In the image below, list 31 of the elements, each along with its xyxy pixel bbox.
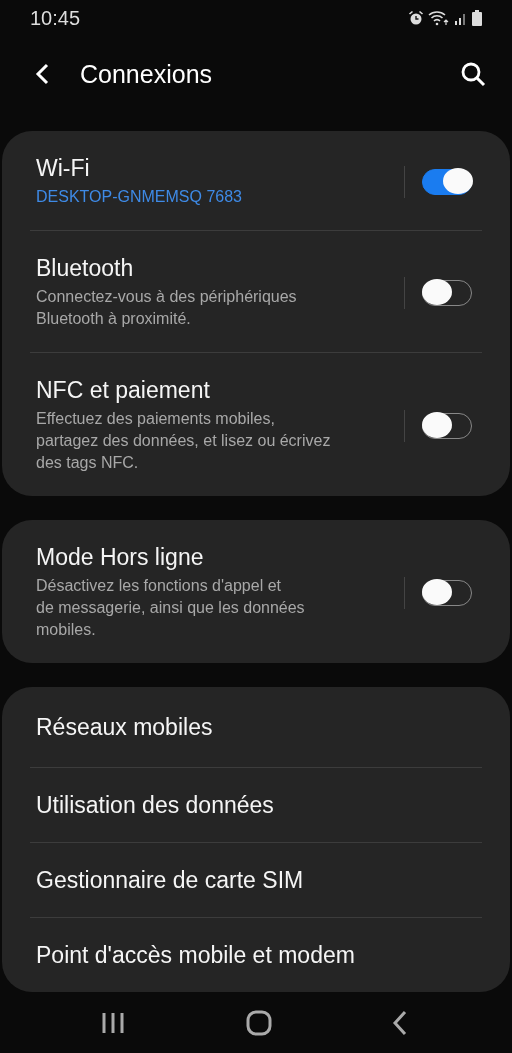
item-title: NFC et paiement — [36, 377, 211, 404]
battery-icon — [472, 10, 482, 26]
item-subtitle: DESKTOP-GNMEMSQ 7683 — [36, 187, 243, 207]
item-title: Utilisation des données — [36, 791, 274, 819]
toggle-switch[interactable] — [422, 168, 472, 195]
item-subtitle: Effectuez des paiements mobiles, partagez des données, et lisez ou écrivez des tags NFC. — [36, 409, 332, 473]
item-subtitle: Connectez-vous à des périphériques Bluetooth à proximité. — [36, 287, 298, 329]
signal-icon — [454, 11, 468, 25]
search-button[interactable] — [460, 61, 486, 87]
item-title: Point d'accès mobile et modem — [36, 941, 355, 969]
settings-item[interactable]: Gestionnaire de carte SIM — [2, 843, 510, 917]
status-time: 10:45 — [30, 6, 81, 30]
item-title: Gestionnaire de carte SIM — [36, 866, 304, 894]
settings-item[interactable]: Bluetooth Connectez-vous à des périphériques Bluetooth à proximité. — [2, 231, 510, 352]
back-icon[interactable] — [392, 1009, 408, 1036]
settings-item[interactable]: Point d'accès mobile et modem — [2, 918, 510, 992]
settings-item[interactable]: Mode Hors ligne Désactivez les fonctions d'appel et de messagerie, ainsi que les données mobiles. — [2, 520, 510, 663]
item-title: Bluetooth — [36, 255, 135, 282]
settings-item[interactable]: NFC et paiement Effectuez des paiements mobiles, partagez des données, et lisez ou écrivez des tags NFC. — [2, 353, 510, 496]
item-subtitle: Désactivez les fonctions d'appel et de messagerie, ainsi que les données mobiles. — [36, 576, 306, 640]
item-title: Wi-Fi — [36, 155, 91, 182]
recent-apps-icon[interactable] — [101, 1011, 125, 1034]
wifi-icon — [428, 10, 450, 26]
page-title: Connexions — [80, 59, 214, 89]
settings-item[interactable]: Utilisation des données — [2, 768, 510, 842]
settings-item[interactable]: Réseaux mobiles — [2, 687, 510, 767]
alarm-icon — [408, 10, 424, 26]
home-icon[interactable] — [245, 1009, 272, 1036]
item-title: Réseaux mobiles — [36, 713, 213, 741]
settings-item[interactable]: Wi-Fi DESKTOP-GNMEMSQ 7683 — [2, 131, 510, 230]
item-title: Mode Hors ligne — [36, 544, 205, 571]
